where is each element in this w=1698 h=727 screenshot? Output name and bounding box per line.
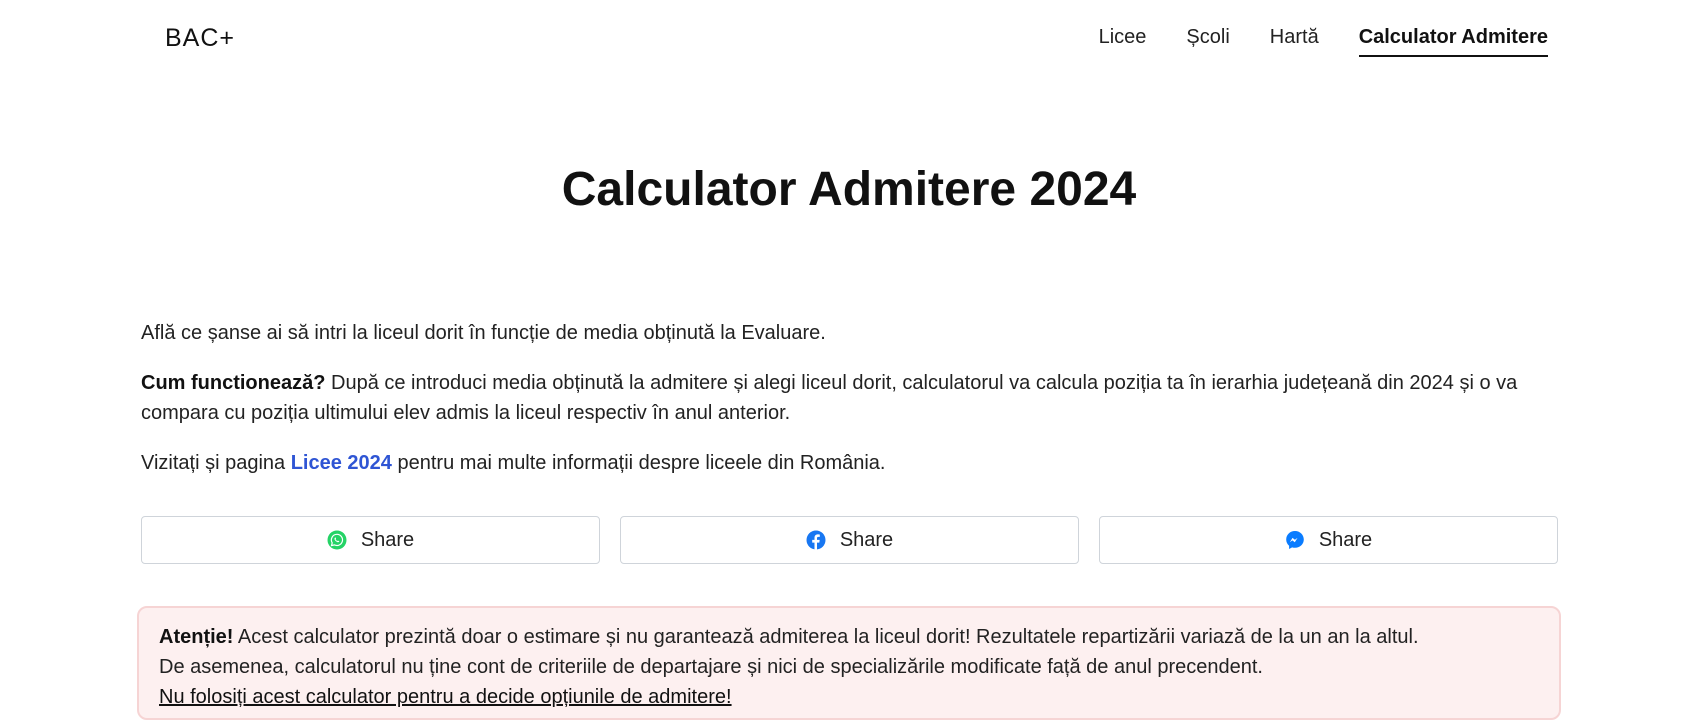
licee-2024-link[interactable]: Licee 2024	[291, 452, 392, 474]
warning-label: Atenție!	[159, 626, 234, 648]
nav-links: Licee Școli Hartă Calculator Admitere	[1099, 26, 1548, 57]
messenger-icon	[1286, 531, 1304, 549]
nav-link-scoli[interactable]: Școli	[1186, 26, 1229, 57]
how-it-works-paragraph: Cum functionează? După ce introduci medi…	[141, 368, 1561, 428]
visit-prefix: Vizitați și pagina	[141, 452, 291, 474]
nav-link-calculator-admitere[interactable]: Calculator Admitere	[1358, 26, 1548, 57]
visit-paragraph: Vizitați și pagina Licee 2024 pentru mai…	[141, 448, 1561, 478]
warning-line-3: Nu folosiți acest calculator pentru a de…	[159, 686, 732, 708]
intro-paragraph: Află ce șanse ai să intri la liceul dori…	[141, 322, 826, 344]
warning-line-1: Atenție! Acest calculator prezintă doar …	[159, 622, 1539, 652]
messenger-share-button[interactable]: Share	[1099, 516, 1558, 564]
facebook-share-button[interactable]: Share	[620, 516, 1079, 564]
whatsapp-share-button[interactable]: Share	[141, 516, 600, 564]
warning-box: Atenție! Acest calculator prezintă doar …	[137, 606, 1561, 720]
nav-link-harta[interactable]: Hartă	[1270, 26, 1319, 57]
how-it-works-text: După ce introduci media obținută la admi…	[141, 372, 1518, 424]
warning-text-1: Acest calculator prezintă doar o estimar…	[233, 626, 1419, 648]
how-it-works-label: Cum functionează?	[141, 372, 326, 394]
whatsapp-share-label: Share	[360, 528, 415, 551]
facebook-icon	[806, 530, 826, 550]
share-buttons-row: Share Share Share	[141, 516, 1558, 564]
whatsapp-icon	[327, 530, 347, 550]
facebook-share-label: Share	[839, 528, 894, 551]
top-navbar: BAC+ Licee Școli Hartă Calculator Admite…	[0, 0, 1698, 80]
messenger-share-label: Share	[1318, 528, 1373, 551]
nav-link-licee[interactable]: Licee	[1099, 26, 1147, 57]
logo[interactable]: BAC+	[165, 24, 235, 53]
warning-line-2: De asemenea, calculatorul nu ține cont d…	[159, 656, 1263, 678]
intro-section: Află ce șanse ai să intri la liceul dori…	[141, 318, 1561, 498]
visit-suffix: pentru mai multe informații despre licee…	[391, 452, 886, 474]
page-title: Calculator Admitere 2024	[561, 163, 1137, 216]
